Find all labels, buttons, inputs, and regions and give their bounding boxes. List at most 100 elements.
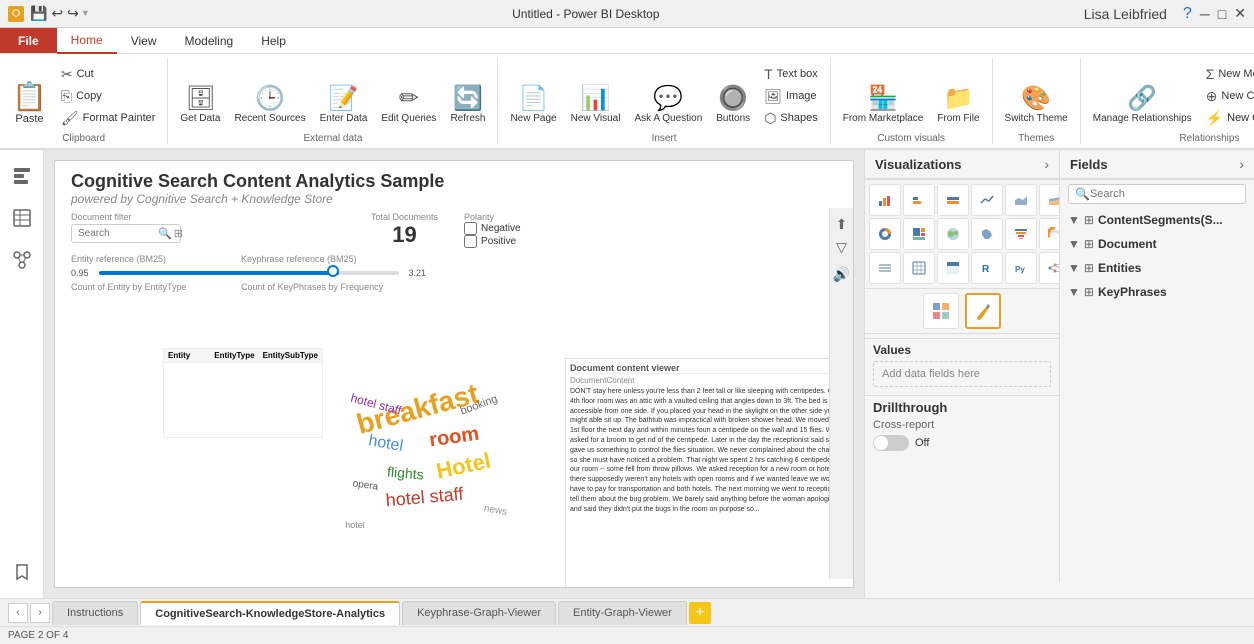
tab-entity[interactable]: Entity-Graph-Viewer <box>558 601 687 625</box>
sidebar-report-view[interactable] <box>4 158 40 194</box>
viz-expand-btn[interactable]: › <box>1044 156 1049 172</box>
cut-button[interactable]: ✂ Cut <box>55 63 162 85</box>
area-viz[interactable] <box>1005 184 1037 216</box>
format-painter-button[interactable]: 🖌 Format Painter <box>55 107 162 129</box>
filter-funnel-icon[interactable]: ▽ <box>836 239 847 256</box>
enter-data-button[interactable]: 📝 Enter Data <box>314 83 374 129</box>
tab-nav-next[interactable]: › <box>30 603 50 623</box>
new-quick-measure-button[interactable]: ⚡ New Quick Measure <box>1200 107 1254 129</box>
field-section-header[interactable]: ▼ ⊞ ContentSegments(S... <box>1068 210 1246 230</box>
format-paintbrush-btn[interactable] <box>965 293 1001 329</box>
new-page-button[interactable]: 📄 New Page <box>504 83 562 129</box>
field-section-keyphrases[interactable]: ▼ ⊞ KeyPhrases <box>1060 280 1254 304</box>
cross-report-toggle[interactable] <box>873 435 909 451</box>
enter-data-icon: 📝 <box>329 87 359 111</box>
doc-filter-input[interactable] <box>78 228 158 239</box>
field-section-header[interactable]: ▼ ⊞ KeyPhrases <box>1068 282 1246 302</box>
funnel-viz[interactable] <box>1005 218 1037 250</box>
save-icon[interactable]: 💾 <box>30 5 47 22</box>
positive-checkbox[interactable] <box>464 235 477 248</box>
values-placeholder[interactable]: Add data fields here <box>873 361 1051 387</box>
paste-button[interactable]: 📋 Paste <box>6 76 53 129</box>
decomp-tree-viz[interactable] <box>1039 252 1060 284</box>
viz-panel-header: Visualizations › <box>865 150 1060 179</box>
clustered-bar-viz[interactable] <box>903 184 935 216</box>
fields-panel: 🔍 ▼ ⊞ ContentSegments(S... ▼ ⊞ Document … <box>1060 180 1254 582</box>
entity-table-header: Entity EntityType EntitySubType <box>164 349 322 363</box>
stacked-area-viz[interactable] <box>1039 184 1060 216</box>
line-viz[interactable] <box>971 184 1003 216</box>
build-format-btn[interactable] <box>923 293 959 329</box>
tab-instructions[interactable]: Instructions <box>52 601 138 625</box>
filled-map-viz[interactable] <box>971 218 1003 250</box>
add-page-button[interactable]: + <box>689 602 711 624</box>
py-viz[interactable]: Py <box>1005 252 1037 284</box>
matrix-viz[interactable] <box>937 252 969 284</box>
copy-button[interactable]: ⎘ Copy <box>55 85 162 107</box>
image-button[interactable]: 🖼 Image <box>758 85 824 107</box>
field-section-contentsegmentss[interactable]: ▼ ⊞ ContentSegments(S... <box>1060 208 1254 232</box>
negative-checkbox[interactable] <box>464 222 477 235</box>
filter-settings-icon[interactable]: 🔊 <box>833 266 850 283</box>
stacked-bar-viz[interactable] <box>869 184 901 216</box>
field-table-icon: ⊞ <box>1084 261 1094 275</box>
100pct-bar-viz[interactable] <box>937 184 969 216</box>
entity-ref-label: Entity reference (BM25) <box>71 254 201 264</box>
text-box-button[interactable]: T Text box <box>758 63 824 85</box>
fields-search-input[interactable] <box>1090 188 1239 200</box>
map-viz[interactable] <box>937 218 969 250</box>
sidebar-model-view[interactable] <box>4 242 40 278</box>
new-column-button[interactable]: ⊕ New Column <box>1200 85 1254 107</box>
table-viz[interactable] <box>903 252 935 284</box>
slider-track[interactable] <box>99 271 399 275</box>
get-data-label: Get Data <box>180 113 220 125</box>
maximize-btn[interactable]: □ <box>1218 6 1226 22</box>
undo-icon[interactable]: ↩ <box>51 5 63 22</box>
fields-panel-header: Fields › <box>1060 150 1254 179</box>
slider-thumb[interactable] <box>327 265 339 277</box>
menu-view[interactable]: View <box>117 28 171 54</box>
slicer-viz[interactable] <box>869 252 901 284</box>
fields-expand-btn[interactable]: › <box>1239 156 1244 172</box>
new-measure-button[interactable]: Σ New Measure <box>1200 63 1254 85</box>
get-data-button[interactable]: 🗄 Get Data <box>174 83 226 129</box>
menu-help[interactable]: Help <box>247 28 300 54</box>
donut-viz[interactable] <box>869 218 901 250</box>
sidebar-bookmark[interactable] <box>4 554 40 590</box>
redo-icon[interactable]: ↪ <box>67 5 79 22</box>
help-icon[interactable]: ? <box>1183 5 1192 23</box>
switch-theme-button[interactable]: 🎨 Switch Theme <box>999 83 1074 129</box>
menu-modeling[interactable]: Modeling <box>170 28 247 54</box>
buttons-button[interactable]: 🔘 Buttons <box>710 83 756 129</box>
refresh-icon: 🔄 <box>453 87 483 111</box>
refresh-button[interactable]: 🔄 Refresh <box>444 83 491 129</box>
edit-queries-button[interactable]: ✏ Edit Queries <box>375 83 442 129</box>
gauge-viz[interactable] <box>1039 218 1060 250</box>
filter-icon[interactable]: ⬆ <box>836 216 848 233</box>
field-section-entities[interactable]: ▼ ⊞ Entities <box>1060 256 1254 280</box>
from-marketplace-button[interactable]: 🏪 From Marketplace <box>837 83 930 129</box>
minimize-btn[interactable]: ─ <box>1200 6 1210 22</box>
field-section-header[interactable]: ▼ ⊞ Entities <box>1068 258 1246 278</box>
r-viz[interactable]: R <box>971 252 1003 284</box>
ask-question-button[interactable]: 💬 Ask A Question <box>628 83 708 129</box>
tab-analytics[interactable]: CognitiveSearch-KnowledgeStore-Analytics <box>140 601 400 625</box>
menu-file[interactable]: File <box>0 28 57 53</box>
menu-home[interactable]: Home <box>57 28 117 54</box>
tab-nav-prev[interactable]: ‹ <box>8 603 28 623</box>
from-file-button[interactable]: 📁 From File <box>931 83 985 129</box>
tab-keyphrase[interactable]: Keyphrase-Graph-Viewer <box>402 601 556 625</box>
manage-relationships-button[interactable]: 🔗 Manage Relationships <box>1087 83 1198 129</box>
reference-row: Entity reference (BM25) Keyphrase refere… <box>55 252 853 266</box>
doc-filter-search[interactable]: 🔍 ⊞ <box>71 224 181 243</box>
paste-icon: 📋 <box>12 80 47 113</box>
new-visual-button[interactable]: 📊 New Visual <box>565 83 627 129</box>
sidebar-data-view[interactable] <box>4 200 40 236</box>
shapes-icon: ⬡ <box>764 110 776 127</box>
field-section-document[interactable]: ▼ ⊞ Document <box>1060 232 1254 256</box>
shapes-button[interactable]: ⬡ Shapes <box>758 107 824 129</box>
close-btn[interactable]: ✕ <box>1234 5 1246 22</box>
treemap-viz[interactable] <box>903 218 935 250</box>
field-section-header[interactable]: ▼ ⊞ Document <box>1068 234 1246 254</box>
recent-sources-button[interactable]: 🕒 Recent Sources <box>228 83 311 129</box>
